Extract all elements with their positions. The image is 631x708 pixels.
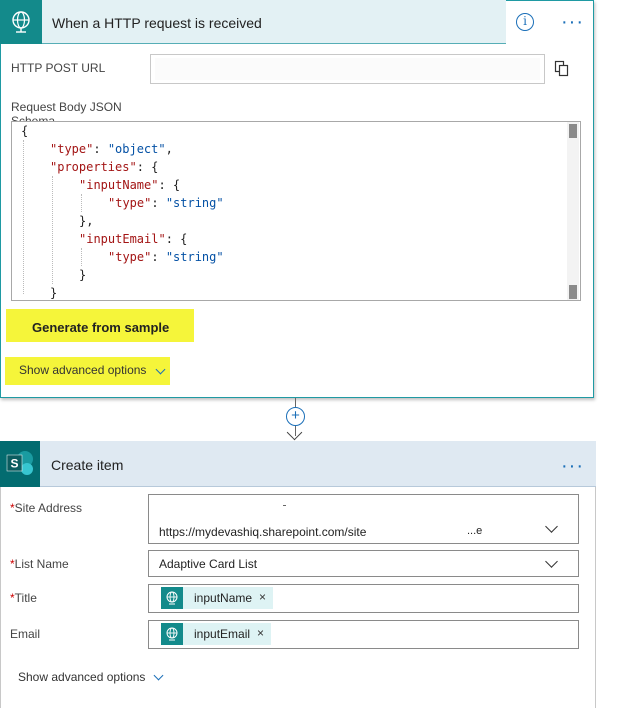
code-line: } xyxy=(50,286,58,300)
token-label: inputEmail xyxy=(194,627,251,641)
code-line: "properties": { xyxy=(50,160,159,174)
code-line: "type": "object", xyxy=(50,142,173,156)
list-name-label: *List Name xyxy=(10,557,69,571)
show-advanced-options-link[interactable]: Show advanced options xyxy=(19,363,146,377)
add-step-icon[interactable]: + xyxy=(286,407,305,426)
title-label: *Title xyxy=(10,591,37,605)
more-options-icon[interactable]: ··· xyxy=(561,12,584,32)
code-line: "inputName": { xyxy=(79,178,181,192)
indent-guide xyxy=(52,176,53,284)
email-label: Email xyxy=(10,627,41,641)
site-address-value: https://mydevashiq.sharepoint.com/site xyxy=(159,525,367,539)
schema-label: Request Body JSON xyxy=(11,100,122,114)
http-request-icon xyxy=(161,587,183,609)
remove-token-icon[interactable]: × xyxy=(257,626,264,640)
indent-guide xyxy=(81,248,82,266)
schema-label-overflow: Schema xyxy=(11,114,56,121)
trigger-title: When a HTTP request is received xyxy=(52,15,262,31)
http-request-icon xyxy=(161,623,183,645)
scrollbar-thumb[interactable] xyxy=(569,124,577,138)
show-advanced-options-link[interactable]: Show advanced options xyxy=(18,670,145,684)
more-options-icon[interactable]: ··· xyxy=(561,456,584,476)
redaction-mark xyxy=(283,505,286,506)
copy-icon[interactable] xyxy=(554,60,570,83)
indent-guide xyxy=(81,194,82,212)
code-line: { xyxy=(21,124,29,138)
site-address-label: *Site Address xyxy=(10,501,83,515)
http-request-icon xyxy=(0,0,42,44)
list-name-value: Adaptive Card List xyxy=(159,557,258,571)
editor-scrollbar[interactable] xyxy=(567,122,579,300)
code-line: }, xyxy=(79,214,94,228)
remove-token-icon[interactable]: × xyxy=(259,590,266,604)
scrollbar-thumb[interactable] xyxy=(569,285,577,299)
generate-from-sample-button[interactable]: Generate from sample xyxy=(32,320,169,335)
code-line: } xyxy=(79,268,87,282)
arrow-down-icon xyxy=(286,424,303,441)
sharepoint-icon: S xyxy=(0,441,40,487)
info-icon[interactable]: i xyxy=(516,13,534,31)
url-redaction xyxy=(155,58,540,80)
indent-guide xyxy=(23,140,24,294)
token-label: inputName xyxy=(194,591,253,605)
svg-text:S: S xyxy=(10,457,18,471)
code-line: "type": "string" xyxy=(108,250,224,264)
create-item-title: Create item xyxy=(51,457,124,473)
http-post-url-label: HTTP POST URL xyxy=(11,61,106,75)
code-line: "inputEmail": { xyxy=(79,232,188,246)
site-address-tail: ...e xyxy=(467,525,483,537)
code-line: "type": "string" xyxy=(108,196,224,210)
